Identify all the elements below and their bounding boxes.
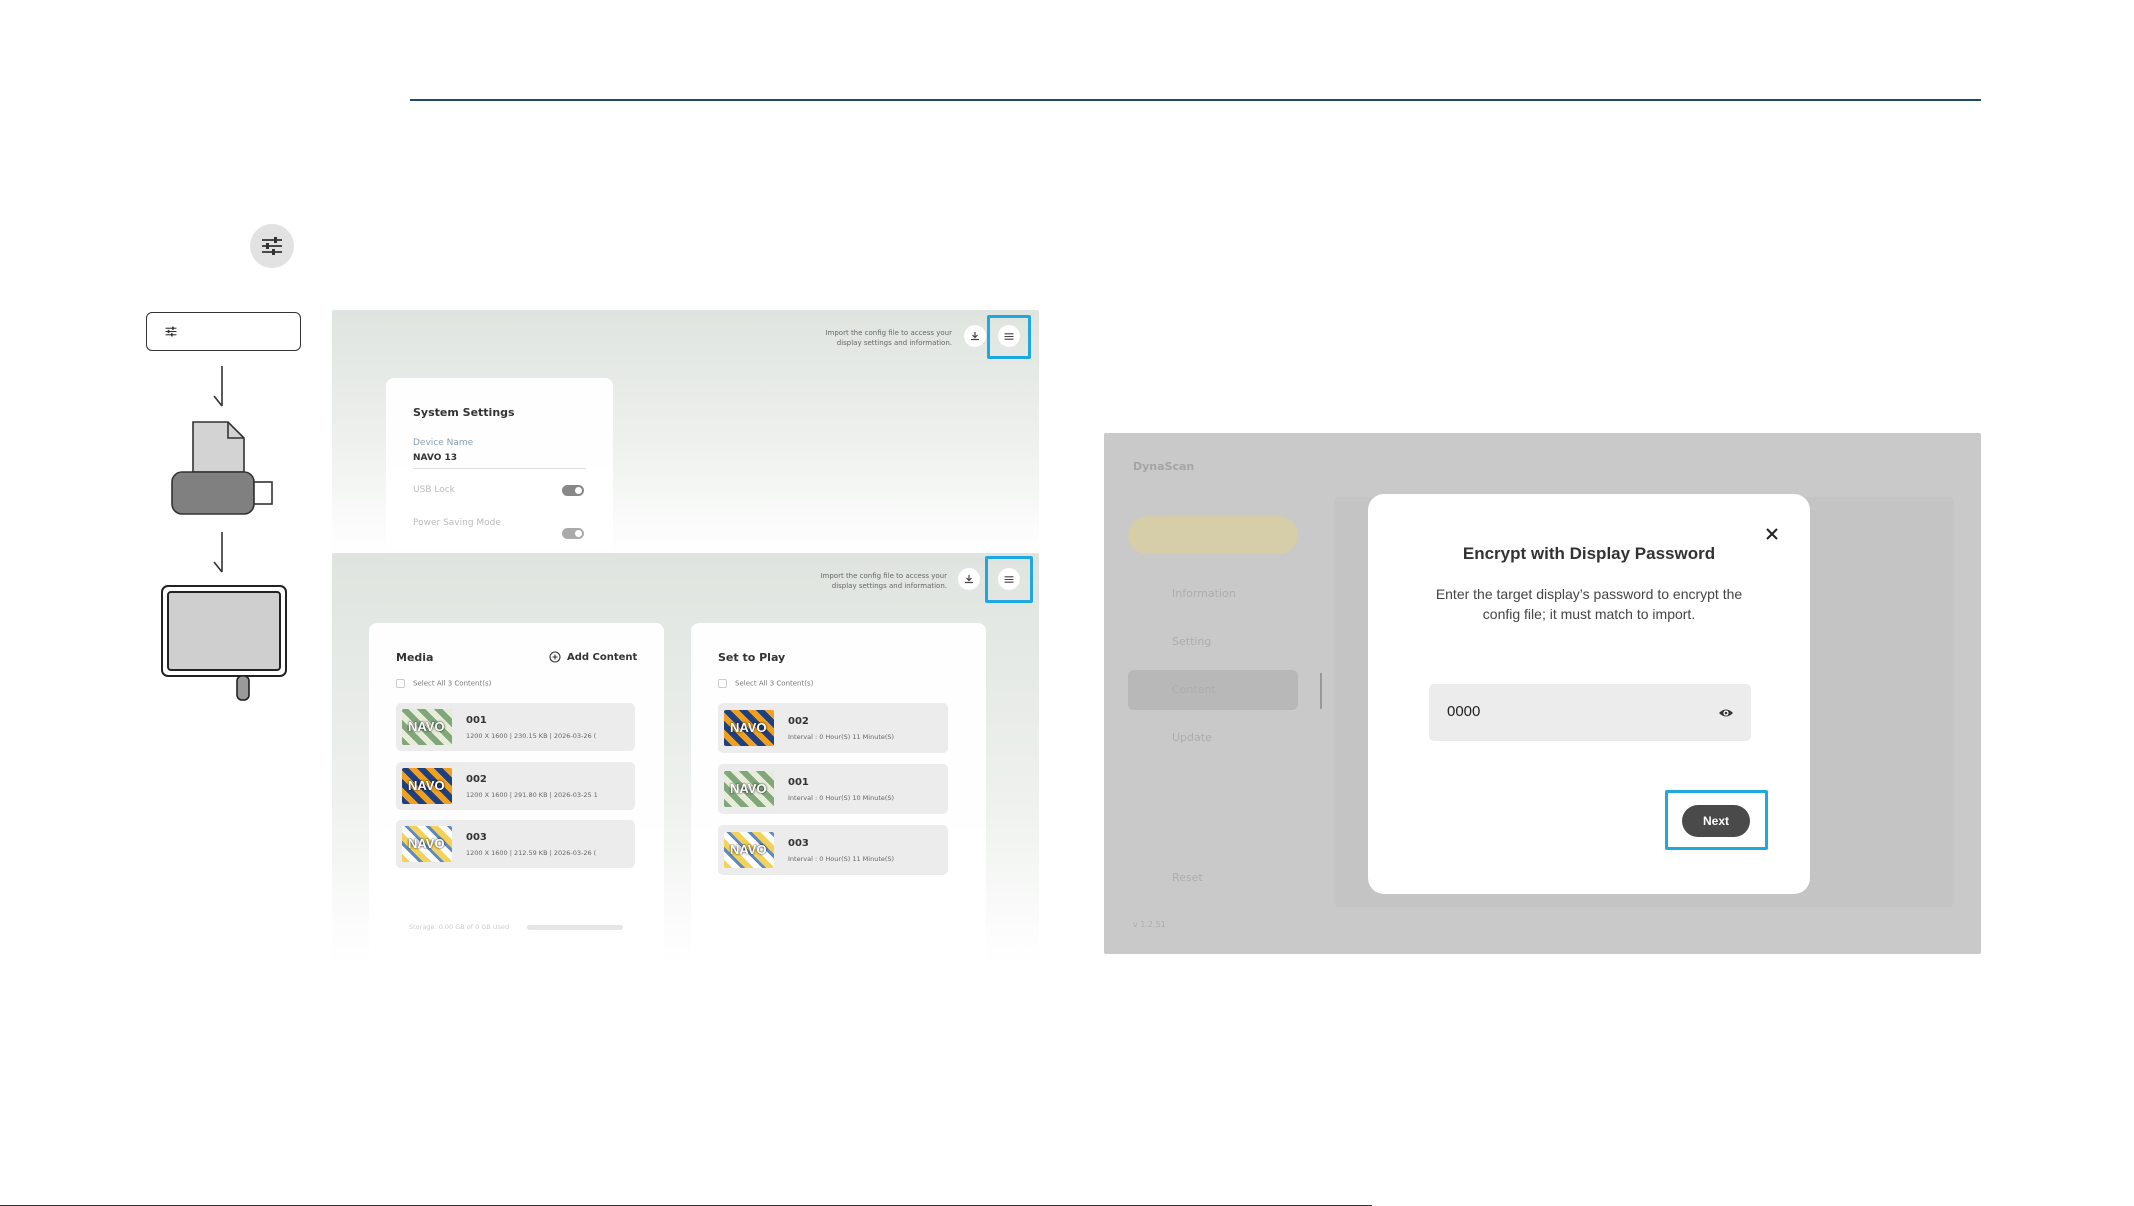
content-screenshot: Import the config file to access your di…: [332, 553, 1039, 965]
add-screen-button[interactable]: [1128, 516, 1298, 554]
display-monitor-icon: [161, 585, 287, 701]
system-settings-screenshot: Import the config file to access your di…: [332, 310, 1039, 556]
play-item-name: 001: [788, 776, 809, 788]
config-sliders-icon[interactable]: [998, 568, 1020, 590]
divider: [413, 468, 586, 469]
flow-settings-button: [146, 312, 301, 351]
dialog-message: Enter the target display’s password to e…: [1435, 586, 1743, 622]
device-name-label: Device Name: [413, 438, 474, 448]
sidebar-item-content[interactable]: Content: [1172, 683, 1216, 696]
select-all-label: Select All 3 Content(s): [413, 679, 492, 688]
play-item-name: 003: [788, 837, 809, 849]
set-to-play-card: Set to Play Select All 3 Content(s) NAVO…: [691, 623, 986, 965]
config-sliders-icon[interactable]: [998, 325, 1020, 347]
usb-lock-label: USB Lock: [413, 485, 455, 495]
media-item-meta: 1200 X 1600 | 212.59 KB | 2026-03-26 (: [466, 848, 597, 857]
play-item[interactable]: NAVO 002 Interval : 0 Hour(S) 11 Minute(S…: [718, 703, 948, 753]
select-all-play[interactable]: Select All 3 Content(s): [718, 679, 813, 688]
add-content-label: Add Content: [567, 651, 638, 663]
media-card: Media Add Content Select All 3 Content(s…: [369, 623, 664, 965]
device-name-value: NAVO 13: [413, 453, 458, 463]
play-item[interactable]: NAVO 003 Interval : 0 Hour(S) 11 Minute(S…: [718, 825, 948, 875]
sidebar-item-update[interactable]: Update: [1172, 731, 1212, 744]
system-settings-title: System Settings: [413, 406, 515, 419]
play-item-interval: Interval : 0 Hour(S) 11 Minute(S): [788, 732, 895, 741]
usb-lock-toggle[interactable]: [562, 485, 584, 496]
play-thumbnail: NAVO: [724, 771, 774, 807]
download-icon[interactable]: [958, 568, 980, 590]
play-thumbnail: NAVO: [724, 832, 774, 868]
next-button-highlight: Next: [1665, 790, 1768, 850]
media-thumbnail: NAVO: [402, 826, 452, 862]
media-title: Media: [396, 651, 434, 664]
close-icon[interactable]: [1764, 526, 1780, 542]
select-all-media[interactable]: Select All 3 Content(s): [396, 679, 491, 688]
media-item-name: 002: [466, 773, 487, 785]
play-item-interval: Interval : 0 Hour(S) 11 Minute(S): [788, 854, 895, 863]
top-divider: [410, 99, 1981, 101]
play-thumbnail: NAVO: [724, 710, 774, 746]
sidebar-item-information[interactable]: Information: [1172, 587, 1236, 600]
media-thumbnail: NAVO: [402, 768, 452, 804]
password-field[interactable]: [1429, 684, 1751, 741]
password-input[interactable]: [1447, 703, 1687, 720]
download-icon[interactable]: [964, 325, 986, 347]
settings-sliders-icon[interactable]: [250, 224, 294, 268]
storage-progress-bar: [527, 925, 623, 930]
checkbox[interactable]: [396, 679, 405, 688]
power-saving-label: Power Saving Mode: [413, 518, 501, 528]
add-content-button[interactable]: Add Content: [549, 651, 637, 663]
storage-text: Storage: 0.00 GB of 0 GB Used: [409, 923, 510, 931]
brand-logo: DynaScan: [1133, 460, 1195, 473]
sidebar-item-setting[interactable]: Setting: [1172, 635, 1211, 648]
import-note: Import the config file to access your di…: [820, 572, 947, 590]
media-thumbnail: NAVO: [402, 709, 452, 745]
set-to-play-title: Set to Play: [718, 651, 786, 664]
add-circle-icon: [549, 651, 561, 663]
dialog-title: Encrypt with Display Password: [1462, 544, 1716, 563]
play-item-name: 002: [788, 715, 809, 727]
settings-sliders-icon: [165, 326, 177, 337]
usb-file-icon: [171, 421, 273, 515]
flow-arrow-down: [213, 532, 223, 573]
checkbox[interactable]: [718, 679, 727, 688]
media-item-name: 001: [466, 714, 487, 726]
play-item-interval: Interval : 0 Hour(S) 10 Minute(S): [788, 793, 895, 802]
play-item[interactable]: NAVO 001 Interval : 0 Hour(S) 10 Minute(S…: [718, 764, 948, 814]
sidebar-item-reset[interactable]: Reset: [1172, 871, 1203, 884]
import-note: Import the config file to access your di…: [825, 329, 952, 347]
scroll-indicator: [1320, 673, 1322, 709]
media-item[interactable]: NAVO 003 1200 X 1600 | 212.59 KB | 2026-0…: [396, 820, 635, 868]
system-settings-card: System Settings Device Name NAVO 13 USB …: [386, 378, 613, 556]
power-saving-toggle[interactable]: [562, 528, 584, 539]
media-item-name: 003: [466, 831, 487, 843]
flow-arrow-down: [213, 366, 223, 407]
encrypt-dialog: Encrypt with Display Password Enter the …: [1368, 494, 1810, 894]
next-button[interactable]: Next: [1682, 805, 1750, 837]
select-all-label: Select All 3 Content(s): [735, 679, 814, 688]
version-text: v 1.2.51: [1133, 920, 1166, 929]
media-item[interactable]: NAVO 002 1200 X 1600 | 291.80 KB | 2026-0…: [396, 762, 635, 810]
media-item-meta: 1200 X 1600 | 291.80 KB | 2026-03-25 1: [466, 790, 598, 799]
eye-icon[interactable]: [1718, 705, 1734, 719]
media-item[interactable]: NAVO 001 1200 X 1600 | 230.15 KB | 2026-0…: [396, 703, 635, 751]
media-item-meta: 1200 X 1600 | 230.15 KB | 2026-03-26 (: [466, 731, 597, 740]
